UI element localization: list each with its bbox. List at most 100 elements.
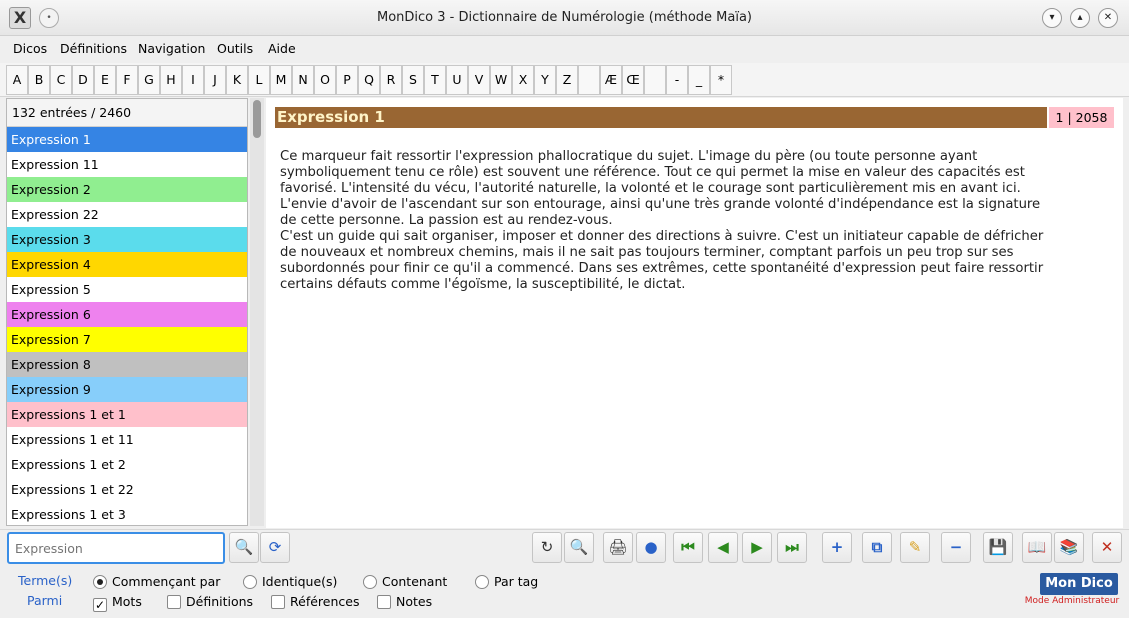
letter-button[interactable]: L xyxy=(248,65,270,95)
letter-button[interactable]: U xyxy=(446,65,468,95)
letter-button[interactable] xyxy=(644,65,666,95)
reload-icon[interactable]: ↻ xyxy=(532,532,562,563)
menu-navigation[interactable]: Navigation xyxy=(138,41,205,56)
remove-icon[interactable]: − xyxy=(941,532,971,563)
list-item[interactable]: Expressions 1 et 22 xyxy=(7,477,247,502)
letter-button[interactable]: V xyxy=(468,65,490,95)
letter-button[interactable]: Q xyxy=(358,65,380,95)
close-icon[interactable]: ✕ xyxy=(1098,8,1118,28)
checkbox-option[interactable]: Définitions xyxy=(167,594,253,610)
tools-icon[interactable]: ✕ xyxy=(1092,532,1122,563)
list-item[interactable]: Expression 11 xyxy=(7,152,247,177)
letter-button[interactable]: E xyxy=(94,65,116,95)
letter-button[interactable]: M xyxy=(270,65,292,95)
first-icon[interactable]: ⏮ xyxy=(673,532,703,563)
list-item[interactable]: Expression 6 xyxy=(7,302,247,327)
letter-button[interactable]: F xyxy=(116,65,138,95)
menu-aide[interactable]: Aide xyxy=(268,41,296,56)
radio-option[interactable]: Commençant par xyxy=(93,574,220,590)
entry-text-line: subordonnés pour finir ce qu'il a commen… xyxy=(280,261,1044,276)
books-icon[interactable]: 📚 xyxy=(1054,532,1084,563)
list-scrollbar[interactable] xyxy=(250,98,264,526)
book-icon[interactable]: 📖 xyxy=(1022,532,1052,563)
radio-icon[interactable] xyxy=(93,575,107,589)
save-icon[interactable]: 💾 xyxy=(983,532,1013,563)
checkbox-option[interactable]: Références xyxy=(271,594,359,610)
letter-button[interactable]: N xyxy=(292,65,314,95)
letter-button[interactable]: I xyxy=(182,65,204,95)
duplicate-icon[interactable]: ⧉ xyxy=(862,532,892,563)
scrollbar-thumb[interactable] xyxy=(253,100,261,138)
letter-button[interactable]: B xyxy=(28,65,50,95)
checkbox-icon[interactable] xyxy=(377,595,391,609)
checkbox-icon[interactable] xyxy=(271,595,285,609)
print-icon[interactable]: 🖨 xyxy=(603,532,633,563)
entry-text-line: de nouveaux et nombreux chemins, mais il… xyxy=(280,245,1014,260)
letter-button[interactable]: Œ xyxy=(622,65,644,95)
maximize-icon[interactable]: ▴ xyxy=(1070,8,1090,28)
letter-button[interactable]: Y xyxy=(534,65,556,95)
zoom-icon[interactable]: 🔍 xyxy=(564,532,594,563)
letter-button[interactable]: - xyxy=(666,65,688,95)
letter-button[interactable]: Æ xyxy=(600,65,622,95)
list-item[interactable]: Expressions 1 et 11 xyxy=(7,427,247,452)
letter-button[interactable]: O xyxy=(314,65,336,95)
letter-button[interactable]: P xyxy=(336,65,358,95)
radio-option[interactable]: Identique(s) xyxy=(243,574,337,590)
list-item[interactable]: Expression 7 xyxy=(7,327,247,352)
entry-title: Expression 1 xyxy=(275,107,1047,128)
checkbox-label: Définitions xyxy=(186,594,254,609)
list-item[interactable]: Expression 2 xyxy=(7,177,247,202)
refresh-icon[interactable]: ⟳ xyxy=(260,532,290,563)
letter-button[interactable]: Z xyxy=(556,65,578,95)
radio-icon[interactable] xyxy=(475,575,489,589)
next-icon[interactable]: ▶ xyxy=(742,532,772,563)
letter-button[interactable]: _ xyxy=(688,65,710,95)
globe-icon[interactable]: ● xyxy=(636,532,666,563)
letter-button[interactable]: S xyxy=(402,65,424,95)
letter-button[interactable]: D xyxy=(72,65,94,95)
letter-button[interactable] xyxy=(578,65,600,95)
list-item[interactable]: Expression 5 xyxy=(7,277,247,302)
checkbox-option[interactable]: Notes xyxy=(377,594,432,610)
letter-button[interactable]: W xyxy=(490,65,512,95)
search-icon[interactable]: 🔍 xyxy=(229,532,259,563)
list-item[interactable]: Expression 8 xyxy=(7,352,247,377)
checkbox-icon[interactable]: ✓ xyxy=(93,598,107,612)
previous-icon[interactable]: ◀ xyxy=(708,532,738,563)
letter-button[interactable]: C xyxy=(50,65,72,95)
letter-button[interactable]: K xyxy=(226,65,248,95)
letter-button[interactable]: T xyxy=(424,65,446,95)
list-item[interactable]: Expression 4 xyxy=(7,252,247,277)
radio-option[interactable]: Contenant xyxy=(363,574,447,590)
list-item[interactable]: Expression 3 xyxy=(7,227,247,252)
search-input[interactable] xyxy=(7,532,225,564)
letter-button[interactable]: X xyxy=(512,65,534,95)
checkbox-icon[interactable] xyxy=(167,595,181,609)
list-item[interactable]: Expressions 1 et 1 xyxy=(7,402,247,427)
letter-button[interactable]: J xyxy=(204,65,226,95)
edit-icon[interactable]: ✎ xyxy=(900,532,930,563)
list-item[interactable]: Expression 22 xyxy=(7,202,247,227)
letter-button[interactable]: R xyxy=(380,65,402,95)
list-item[interactable]: Expression 9 xyxy=(7,377,247,402)
letter-button[interactable]: A xyxy=(6,65,28,95)
entry-text-line: Ce marqueur fait ressortir l'expression … xyxy=(280,149,978,164)
add-icon[interactable]: + xyxy=(822,532,852,563)
menu-dicos[interactable]: Dicos xyxy=(13,41,47,56)
checkbox-option[interactable]: ✓ Mots xyxy=(93,594,142,612)
letter-button[interactable]: * xyxy=(710,65,732,95)
entry-text-line: L'envie d'avoir de l'ascendant sur son e… xyxy=(280,197,1041,212)
menu-definitions[interactable]: Définitions xyxy=(60,41,127,56)
letter-button[interactable]: G xyxy=(138,65,160,95)
letter-button[interactable]: H xyxy=(160,65,182,95)
minimize-icon[interactable]: ▾ xyxy=(1042,8,1062,28)
radio-icon[interactable] xyxy=(363,575,377,589)
list-item[interactable]: Expressions 1 et 2 xyxy=(7,452,247,477)
list-item[interactable]: Expression 1 xyxy=(7,127,247,152)
menu-outils[interactable]: Outils xyxy=(217,41,253,56)
radio-option[interactable]: Par tag xyxy=(475,574,538,590)
radio-icon[interactable] xyxy=(243,575,257,589)
list-item[interactable]: Expressions 1 et 3 xyxy=(7,502,247,525)
last-icon[interactable]: ⏭ xyxy=(777,532,807,563)
